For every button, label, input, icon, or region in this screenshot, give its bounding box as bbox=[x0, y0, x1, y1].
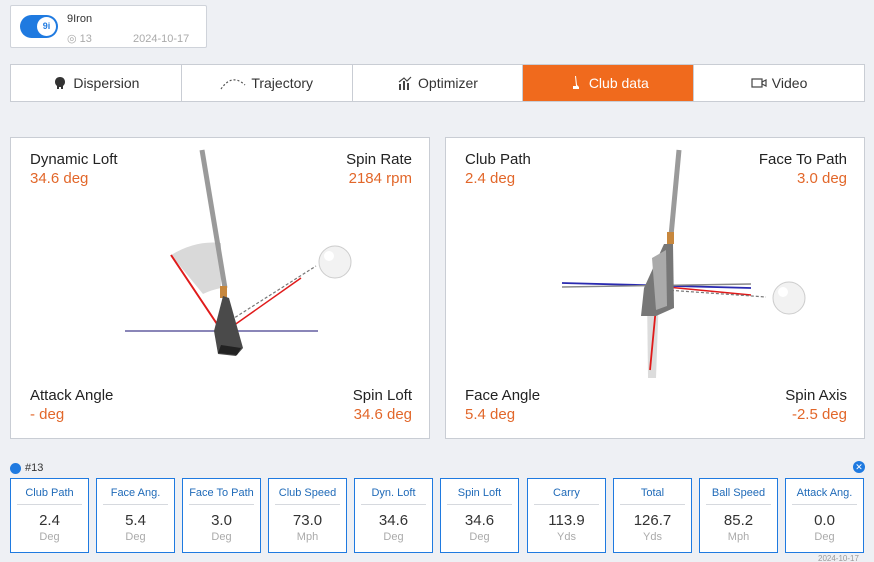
stat-carry[interactable]: Carry 113.9 Yds bbox=[527, 478, 606, 553]
close-icon[interactable]: ✕ bbox=[853, 461, 865, 473]
stat-dyn-loft[interactable]: Dyn. Loft 34.6 Deg bbox=[354, 478, 433, 553]
stat-total[interactable]: Total 126.7 Yds bbox=[613, 478, 692, 553]
tab-dispersion[interactable]: Dispersion bbox=[11, 65, 182, 101]
metric-label: Spin Axis bbox=[785, 387, 847, 404]
club-name: 9Iron bbox=[67, 13, 93, 25]
club-toggle[interactable]: 9i bbox=[20, 15, 58, 38]
stat-value: 5.4 bbox=[125, 512, 146, 529]
tab-label: Dispersion bbox=[73, 75, 140, 91]
face-angle-metric: Face Angle 5.4 deg bbox=[465, 386, 540, 424]
metric-label: Face To Path bbox=[758, 151, 847, 168]
view-tabs: Dispersion Trajectory Optimizer Club dat… bbox=[10, 64, 865, 102]
stat-unit: Yds bbox=[557, 531, 576, 543]
metric-label: Face Angle bbox=[465, 387, 541, 404]
stat-face-angle[interactable]: Face Ang. 5.4 Deg bbox=[96, 478, 175, 553]
metric-value: 2184 rpm bbox=[348, 170, 412, 187]
stat-value: 85.2 bbox=[723, 512, 754, 529]
shot-header: #13 bbox=[10, 462, 43, 474]
dynamic-loft-metric: Dynamic Loft 34.6 deg bbox=[30, 150, 118, 188]
stat-unit: Yds bbox=[643, 531, 662, 543]
metric-label: Spin Rate bbox=[346, 151, 412, 168]
stat-club-speed[interactable]: Club Speed 73.0 Mph bbox=[268, 478, 347, 553]
metric-value: 34.6 deg bbox=[353, 406, 412, 423]
attack-angle-metric: Attack Angle - deg bbox=[30, 386, 113, 424]
stat-title: Club Speed bbox=[278, 487, 337, 499]
stat-ball-speed[interactable]: Ball Speed 85.2 Mph bbox=[699, 478, 778, 553]
stat-unit: Deg bbox=[383, 531, 404, 543]
club-date: 2024-10-17 bbox=[133, 33, 190, 45]
stat-value: 73.0 bbox=[292, 512, 323, 529]
metric-value: 3.0 deg bbox=[796, 170, 847, 187]
stat-value: 34.6 bbox=[378, 512, 409, 529]
stat-title: Carry bbox=[553, 487, 580, 499]
metric-label: Spin Loft bbox=[352, 387, 412, 404]
stat-attack-angle[interactable]: Attack Ang. 0.0 Deg bbox=[785, 478, 864, 553]
tab-label: Club data bbox=[588, 75, 649, 91]
stat-value: 34.6 bbox=[464, 512, 495, 529]
metric-label: Club Path bbox=[465, 151, 531, 168]
metric-value: 34.6 deg bbox=[30, 170, 89, 187]
metric-value: - deg bbox=[30, 406, 65, 423]
spin-loft-metric: Spin Loft 34.6 deg bbox=[353, 386, 412, 424]
stat-unit: Mph bbox=[296, 531, 319, 543]
stat-title: Dyn. Loft bbox=[371, 487, 416, 499]
tab-club-data[interactable]: Club data bbox=[523, 65, 695, 101]
metric-label: Attack Angle bbox=[30, 387, 114, 404]
dispersion-icon bbox=[55, 77, 66, 89]
tab-label: Video bbox=[771, 75, 808, 91]
metric-value: 2.4 deg bbox=[465, 170, 516, 187]
shot-label: #13 bbox=[25, 462, 44, 474]
shot-date: 2024-10-17 bbox=[818, 554, 859, 562]
stat-unit: Deg bbox=[814, 531, 835, 543]
stat-spin-loft[interactable]: Spin Loft 34.6 Deg bbox=[440, 478, 519, 553]
face-to-path-metric: Face To Path 3.0 deg bbox=[759, 150, 847, 188]
stat-title: Club Path bbox=[25, 487, 74, 499]
stat-value: 3.0 bbox=[211, 512, 232, 529]
stat-value: 0.0 bbox=[814, 512, 835, 529]
stat-unit: Deg bbox=[125, 531, 146, 543]
side-view-panel: Dynamic Loft 34.6 deg Spin Rate 2184 rpm… bbox=[10, 137, 430, 439]
stat-title: Face To Path bbox=[189, 487, 254, 499]
club-badge: 9i bbox=[37, 17, 56, 36]
tab-trajectory[interactable]: Trajectory bbox=[182, 65, 353, 101]
target-icon: ◎ bbox=[67, 33, 77, 45]
club-card[interactable]: 9i 9Iron ◎ 13 2024-10-17 bbox=[10, 5, 207, 48]
club-path-metric: Club Path 2.4 deg bbox=[465, 150, 531, 188]
stat-unit: Deg bbox=[39, 531, 60, 543]
tab-video[interactable]: Video bbox=[694, 65, 864, 101]
stat-unit: Mph bbox=[727, 531, 750, 543]
stat-club-path[interactable]: Club Path 2.4 Deg bbox=[10, 478, 89, 553]
stat-value: 126.7 bbox=[633, 512, 672, 529]
stat-value: 2.4 bbox=[39, 512, 60, 529]
metric-value: -2.5 deg bbox=[791, 406, 847, 423]
stat-title: Face Ang. bbox=[110, 487, 161, 499]
stat-unit: Deg bbox=[211, 531, 232, 543]
shot-count: ◎ 13 bbox=[67, 33, 92, 45]
top-view-panel: Club Path 2.4 deg Face To Path 3.0 deg F… bbox=[445, 137, 865, 439]
spin-axis-metric: Spin Axis -2.5 deg bbox=[785, 386, 847, 424]
video-icon bbox=[751, 78, 767, 88]
trajectory-icon bbox=[220, 79, 246, 90]
stat-title: Spin Loft bbox=[457, 487, 502, 499]
stat-title: Total bbox=[640, 487, 665, 499]
spin-rate-metric: Spin Rate 2184 rpm bbox=[346, 150, 412, 188]
stat-face-to-path[interactable]: Face To Path 3.0 Deg bbox=[182, 478, 261, 553]
metric-value: 5.4 deg bbox=[465, 406, 516, 423]
club-data-icon bbox=[572, 76, 579, 89]
stat-value: 113.9 bbox=[548, 512, 585, 529]
tab-label: Optimizer bbox=[418, 75, 478, 91]
stat-title: Ball Speed bbox=[711, 487, 766, 499]
tab-label: Trajectory bbox=[251, 75, 314, 91]
metric-label: Dynamic Loft bbox=[30, 151, 118, 168]
shot-dot-icon bbox=[10, 462, 21, 474]
stat-title: Attack Ang. bbox=[796, 487, 853, 499]
tab-optimizer[interactable]: Optimizer bbox=[353, 65, 524, 101]
stat-unit: Deg bbox=[469, 531, 490, 543]
optimizer-icon bbox=[398, 76, 412, 90]
